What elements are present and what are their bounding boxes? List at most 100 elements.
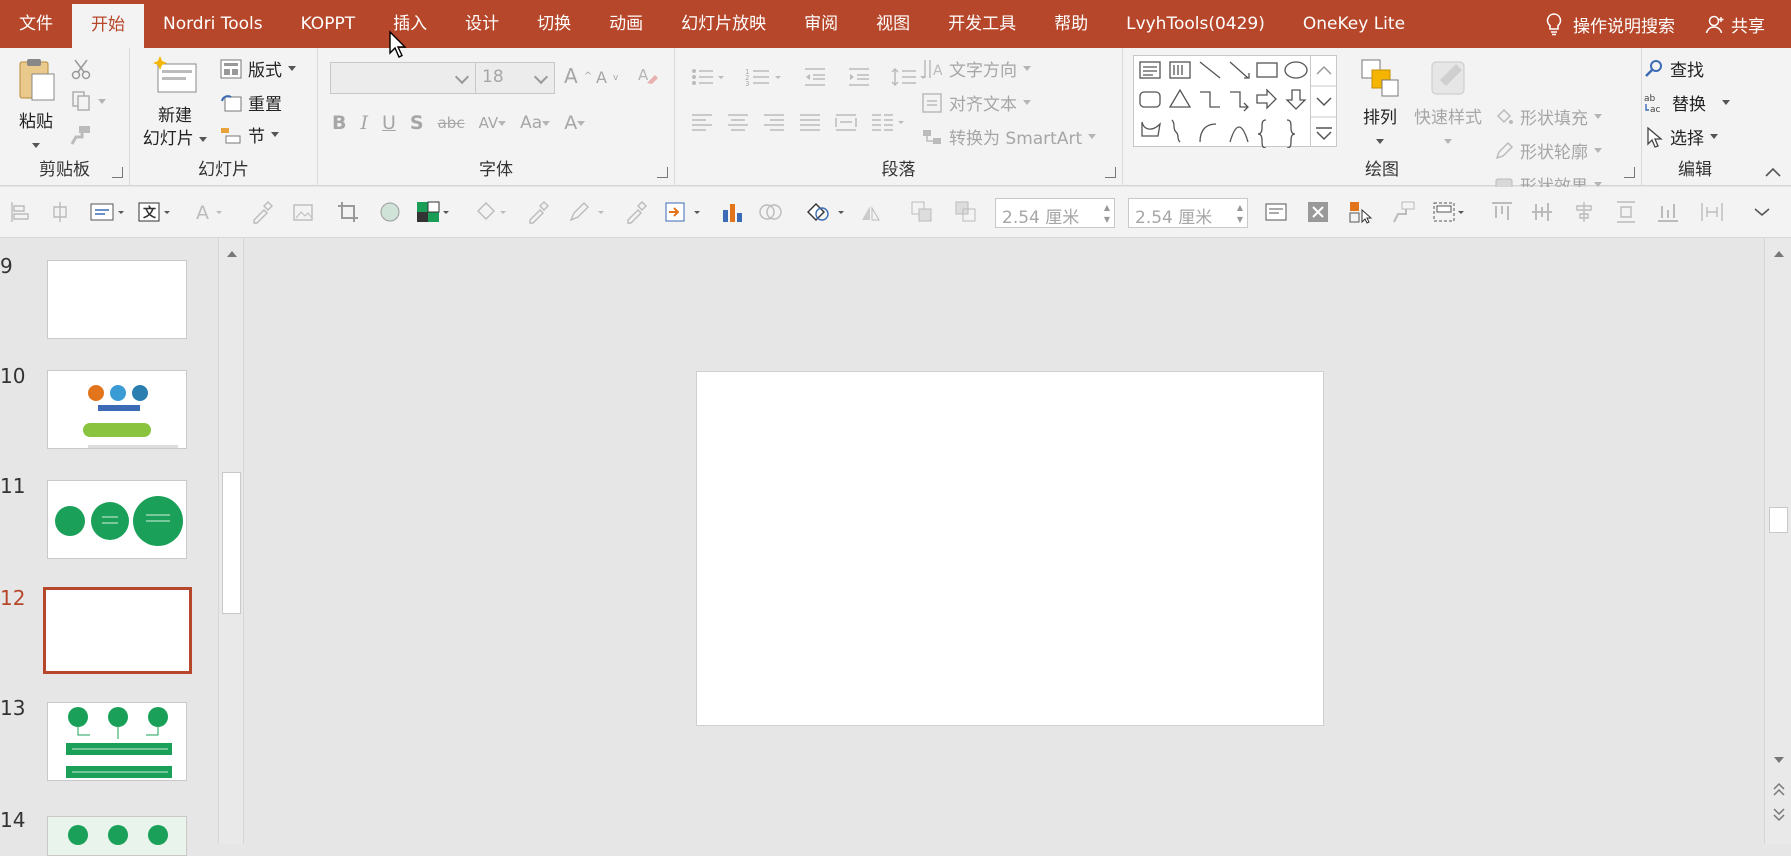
bucket-icon[interactable]	[474, 200, 510, 224]
slide-thumbnail-11[interactable]	[47, 480, 187, 559]
clear-formatting-button[interactable]: A	[636, 64, 658, 86]
numbering-icon[interactable]: 123	[745, 67, 783, 87]
tab-koppt[interactable]: KOPPT	[282, 0, 375, 48]
tab-design[interactable]: 设计	[446, 0, 518, 48]
slide-thumbnail-10[interactable]	[47, 370, 187, 449]
picture-icon[interactable]	[292, 200, 316, 224]
align-top-icon[interactable]	[1490, 200, 1514, 224]
bullets-icon[interactable]	[691, 67, 725, 87]
slide-thumbnail-9[interactable]	[47, 260, 187, 339]
columns-icon[interactable]	[871, 112, 905, 132]
justify-icon[interactable]	[799, 112, 821, 132]
arrange-button[interactable]: 排列	[1353, 56, 1407, 153]
shadow-button[interactable]: S	[410, 112, 424, 134]
slide-thumbnail-12[interactable]	[43, 587, 192, 674]
italic-button[interactable]: I	[360, 112, 368, 134]
decrease-indent-icon[interactable]	[803, 67, 827, 87]
select-objects-icon[interactable]	[1348, 200, 1372, 224]
tab-view[interactable]: 视图	[857, 0, 929, 48]
paragraph-dialog-launcher[interactable]	[1105, 167, 1116, 178]
align-bottom-icon[interactable]	[1656, 200, 1680, 224]
chart-icon[interactable]	[720, 200, 744, 224]
shapes-gallery-scroll[interactable]	[1311, 55, 1337, 147]
format-painter-button[interactable]	[70, 124, 92, 146]
section-button[interactable]: 节	[220, 122, 279, 147]
align-text-button[interactable]: 对齐文本	[921, 90, 1031, 115]
tab-help[interactable]: 帮助	[1035, 0, 1107, 48]
replace-button[interactable]: ab ac 替换	[1644, 90, 1730, 115]
bold-button[interactable]: B	[332, 112, 346, 134]
slides-pane-scrollbar[interactable]	[218, 238, 244, 844]
text-direction-button[interactable]: A 文字方向	[921, 56, 1031, 81]
align-center-icon[interactable]	[727, 112, 749, 132]
scroll-down-icon[interactable]	[1767, 750, 1791, 770]
select-button[interactable]: 选择	[1644, 124, 1718, 149]
increase-indent-icon[interactable]	[847, 67, 871, 87]
change-case-button[interactable]: Aa	[520, 113, 551, 133]
align-right-icon[interactable]	[763, 112, 785, 132]
font-name-combo[interactable]	[330, 62, 476, 94]
slides-pane-scroll-thumb[interactable]	[222, 472, 241, 614]
format-painter-quick-icon[interactable]	[1392, 200, 1416, 224]
font-dialog-launcher[interactable]	[657, 167, 668, 178]
merge-shapes-icon[interactable]	[758, 200, 790, 224]
shape-fill-button[interactable]: 形状填充	[1494, 104, 1602, 129]
cut-button[interactable]	[70, 58, 92, 80]
tab-nordri-tools[interactable]: Nordri Tools	[144, 0, 282, 48]
eyedropper-icon[interactable]	[250, 200, 274, 224]
outline-color-icon[interactable]	[568, 200, 608, 224]
tab-animations[interactable]: 动画	[590, 0, 662, 48]
share-button[interactable]: 共享	[1695, 12, 1791, 37]
font-size-combo[interactable]: 18	[475, 62, 555, 94]
slide-canvas[interactable]	[696, 371, 1324, 726]
send-backward-icon[interactable]	[954, 200, 978, 224]
increase-font-size-button[interactable]: A ^	[564, 64, 592, 88]
tell-me-search[interactable]: 操作说明搜索	[1525, 12, 1695, 37]
tab-review[interactable]: 审阅	[785, 0, 857, 48]
slide-thumbnail-14[interactable]	[47, 816, 187, 856]
copy-button[interactable]	[70, 90, 106, 112]
paste-button[interactable]: 粘贴	[12, 56, 60, 157]
clipboard-dialog-launcher[interactable]	[112, 167, 123, 178]
char-spacing-button[interactable]: AV	[479, 114, 507, 132]
insert-object-icon[interactable]	[664, 200, 706, 224]
tab-slideshow[interactable]: 幻灯片放映	[662, 0, 785, 48]
distribute-icon[interactable]	[48, 200, 72, 224]
distribute-horizontal-icon[interactable]	[1700, 200, 1724, 224]
edit-shape-icon[interactable]	[806, 200, 848, 224]
bring-forward-icon[interactable]	[910, 200, 934, 224]
shapes-gallery[interactable]	[1133, 55, 1311, 148]
new-slide-button[interactable]: 新建 幻灯片	[142, 54, 208, 151]
eyedropper-2-icon[interactable]	[526, 200, 550, 224]
scroll-up-icon[interactable]	[220, 244, 244, 264]
scroll-up-icon[interactable]	[1767, 244, 1791, 264]
strikethrough-button[interactable]: abc	[438, 114, 465, 132]
shape-height-input[interactable]: 2.54 厘米 ▲ ▼	[995, 198, 1115, 228]
delete-box-icon[interactable]	[1306, 200, 1330, 224]
tab-transitions[interactable]: 切换	[518, 0, 590, 48]
group-objects-icon[interactable]	[1432, 200, 1468, 224]
size-dialog-icon[interactable]	[1264, 200, 1288, 224]
toolbar-more-icon[interactable]	[1750, 200, 1774, 224]
align-middle-icon[interactable]	[1530, 200, 1554, 224]
previous-slide-icon[interactable]	[1767, 780, 1791, 800]
textbox-icon[interactable]	[90, 200, 126, 224]
drawing-dialog-launcher[interactable]	[1624, 167, 1635, 178]
reset-button[interactable]: 重置	[220, 90, 282, 115]
tab-insert[interactable]: 插入	[374, 0, 446, 48]
collapse-ribbon-button[interactable]	[1764, 166, 1782, 178]
next-slide-icon[interactable]	[1767, 804, 1791, 824]
tab-developer[interactable]: 开发工具	[929, 0, 1035, 48]
slide-thumbnail-13[interactable]	[47, 702, 187, 781]
shape-circle-icon[interactable]	[378, 200, 402, 224]
text-format-icon[interactable]: 文	[138, 200, 174, 224]
shape-outline-button[interactable]: 形状轮廓	[1494, 138, 1602, 163]
editor-scroll-thumb[interactable]	[1769, 507, 1788, 533]
font-color-quick-icon[interactable]: A	[194, 200, 226, 224]
align-left-objects-icon[interactable]	[8, 200, 32, 224]
editor-scrollbar[interactable]	[1764, 238, 1791, 844]
font-color-button[interactable]: A	[564, 112, 586, 134]
underline-button[interactable]: U	[382, 112, 396, 134]
shape-width-input[interactable]: 2.54 厘米 ▲ ▼	[1128, 198, 1248, 228]
distributed-icon[interactable]	[835, 112, 857, 132]
